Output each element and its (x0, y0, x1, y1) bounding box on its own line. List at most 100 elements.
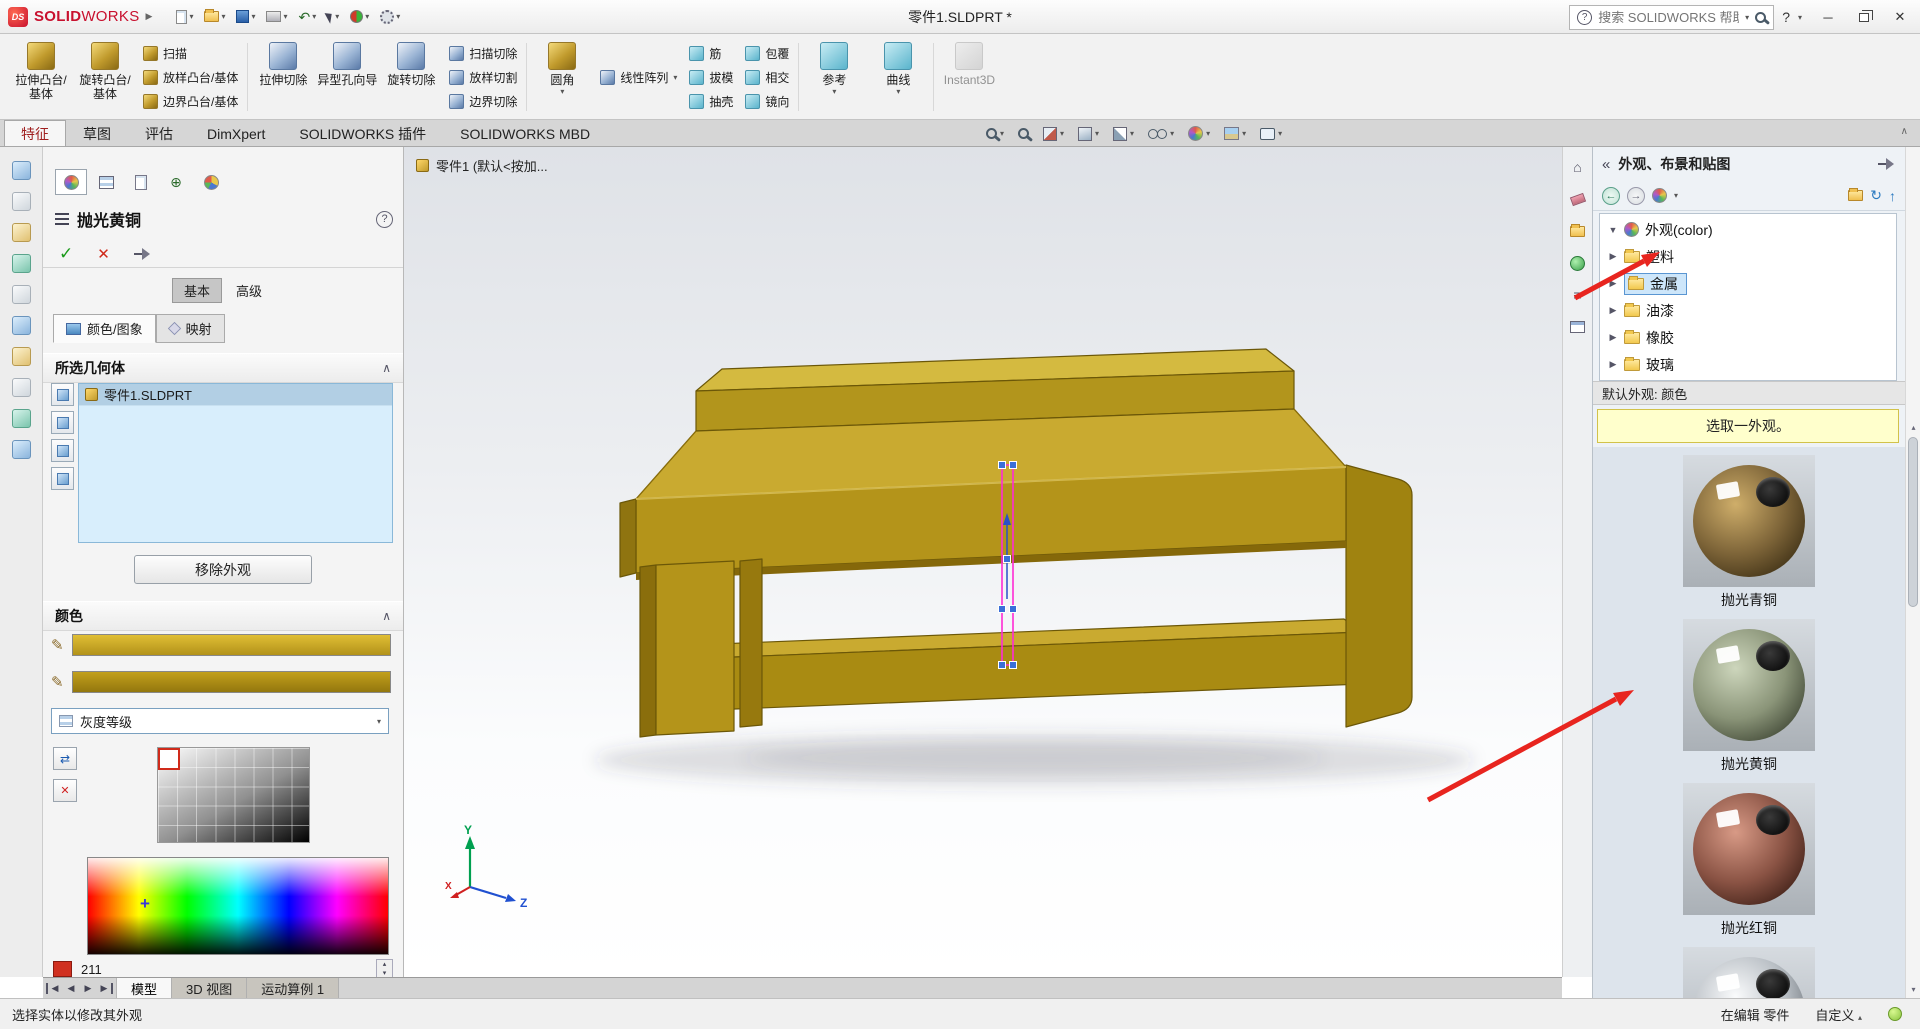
color-spectrum-picker[interactable]: + (87, 857, 389, 955)
caret-down-icon[interactable]: ▾ (1242, 129, 1246, 138)
tab-sketch[interactable]: 草图 (66, 120, 128, 146)
tab-features[interactable]: 特征 (4, 120, 66, 146)
rebuild-button[interactable]: ▾ (346, 7, 373, 26)
swept-boss-button[interactable]: 扫描 (138, 42, 243, 65)
expand-icon[interactable]: ▶ (1608, 332, 1618, 343)
select-feature-filter-button[interactable] (51, 467, 74, 490)
wrap-button[interactable]: 包覆 (740, 42, 794, 65)
spinner-up-icon[interactable]: ▴ (377, 960, 392, 969)
left-toolbar-icon[interactable] (12, 316, 31, 335)
caret-down-icon[interactable]: ▾ (251, 12, 255, 21)
help-search-box[interactable]: ? ▾ (1569, 5, 1774, 30)
left-toolbar-icon[interactable] (12, 254, 31, 273)
tree-item-label[interactable]: 金属 (1650, 274, 1678, 294)
minimize-button[interactable]: ─ (1810, 2, 1846, 32)
caret-down-icon[interactable]: ▾ (365, 12, 369, 21)
graphics-viewport[interactable]: 零件1 (默认<按加... Y Z X (404, 147, 1562, 977)
help-menu-button[interactable]: ? (1782, 9, 1790, 25)
feature-tree-root-label[interactable]: 零件1 (默认<按加... (436, 156, 548, 175)
linear-pattern-button[interactable]: 线性阵列▾ (595, 66, 682, 89)
caret-down-icon[interactable]: ▾ (1674, 191, 1678, 200)
model-tab[interactable]: 模型 (117, 978, 172, 998)
caret-down-icon[interactable]: ▾ (312, 12, 316, 21)
expand-icon[interactable]: ▶ (1608, 278, 1618, 289)
scroll-down-icon[interactable]: ▾ (1906, 985, 1920, 994)
previous-tab-button[interactable]: ◀ (63, 983, 79, 994)
tree-item-label[interactable]: 油漆 (1646, 301, 1674, 321)
tab-dimxpert[interactable]: DimXpert (190, 120, 282, 146)
grayscale-palette-grid[interactable] (157, 747, 310, 843)
globe-tab-icon[interactable] (1568, 253, 1588, 273)
tree-item-rubber[interactable]: ▶ 橡胶 (1600, 324, 1896, 351)
display-manager-tab[interactable]: ⊕ (160, 169, 192, 195)
boundary-boss-button[interactable]: 边界凸台/基体 (138, 90, 243, 113)
refresh-icon[interactable]: ↻ (1870, 187, 1882, 204)
home-tab-icon[interactable]: ⌂ (1568, 157, 1588, 177)
caret-down-icon[interactable]: ▾ (335, 12, 339, 21)
swept-cut-button[interactable]: 扫描切除 (444, 42, 522, 65)
selection-list-item[interactable]: 零件1.SLDPRT (79, 384, 392, 406)
appearance-thumbnail-chrome[interactable] (1683, 947, 1815, 998)
curves-button[interactable]: 曲线 ▾ (867, 37, 929, 117)
caret-down-icon[interactable]: ▾ (896, 87, 900, 97)
mapping-tab[interactable]: 映射 (156, 314, 225, 343)
tree-item-appearance-root[interactable]: ▼ 外观(color) (1600, 216, 1896, 243)
primary-color-swatch[interactable] (72, 634, 391, 656)
revolved-boss-button[interactable]: 旋转凸台/基体 (74, 37, 136, 117)
hide-show-items-button[interactable]: ▾ (1148, 129, 1174, 138)
forward-button[interactable]: → (1627, 187, 1645, 205)
intersect-button[interactable]: 相交 (740, 66, 794, 89)
caret-down-icon[interactable]: ▾ (1278, 129, 1282, 138)
caret-down-icon[interactable]: ▾ (221, 12, 225, 21)
search-icon[interactable] (1755, 12, 1766, 23)
draft-button[interactable]: 拔模 (684, 66, 738, 89)
tree-item-label[interactable]: 塑料 (1646, 247, 1674, 267)
reference-geometry-button[interactable]: 参考 ▾ (803, 37, 865, 117)
collapse-pane-icon[interactable]: « (1602, 156, 1610, 173)
search-input[interactable] (1598, 10, 1739, 25)
select-body-filter-button[interactable] (51, 383, 74, 406)
expand-icon[interactable]: ▶ (1608, 359, 1618, 370)
eraser-tab-icon[interactable] (1568, 189, 1588, 209)
undo-button[interactable]: ↶▾ (295, 8, 321, 26)
appearance-sphere-icon[interactable] (1652, 188, 1667, 203)
extruded-cut-button[interactable]: 拉伸切除 (252, 37, 314, 117)
left-back-leg[interactable] (740, 559, 762, 727)
caret-down-icon[interactable]: ▾ (396, 12, 400, 21)
caret-down-icon[interactable]: ▾ (1206, 129, 1210, 138)
fillet-button[interactable]: 圆角 ▾ (531, 37, 593, 117)
selected-geometry-header[interactable]: 所选几何体 ∧ (43, 353, 403, 383)
dimxpert-manager-tab[interactable] (125, 169, 157, 195)
left-leg-side-face[interactable] (640, 565, 656, 737)
tree-item-label[interactable]: 橡胶 (1646, 328, 1674, 348)
back-button[interactable]: ← (1602, 187, 1620, 205)
custom-toolbar-toggle[interactable]: 自定义 ▴ (1815, 1005, 1862, 1024)
current-color-swatch[interactable] (53, 961, 72, 977)
close-button[interactable]: ✕ (1882, 2, 1918, 32)
basic-mode-tab[interactable]: 基本 (172, 278, 222, 303)
spectrum-cursor-icon[interactable]: + (140, 894, 150, 914)
pencil-icon[interactable]: ✎ (51, 673, 64, 691)
help-caret-icon[interactable]: ▾ (1798, 13, 1802, 22)
caret-down-icon[interactable]: ▾ (283, 12, 287, 21)
save-button[interactable]: ▾ (232, 7, 259, 26)
right-end-panel[interactable] (1346, 465, 1412, 727)
left-toolbar-icon[interactable] (12, 285, 31, 304)
pin-icon[interactable] (1878, 157, 1896, 171)
caret-down-icon[interactable]: ▾ (1060, 129, 1064, 138)
brass-table-model[interactable] (620, 349, 1412, 737)
left-toolbar-icon[interactable] (12, 347, 31, 366)
model-canvas[interactable] (404, 147, 1562, 977)
tree-item-plastic[interactable]: ▶ 塑料 (1600, 243, 1896, 270)
lofted-cut-button[interactable]: 放样切割 (444, 66, 522, 89)
left-toolbar-icon[interactable] (12, 409, 31, 428)
shell-button[interactable]: 抽壳 (684, 90, 738, 113)
tab-evaluate[interactable]: 评估 (128, 120, 190, 146)
tab-mbd[interactable]: SOLIDWORKS MBD (443, 120, 607, 146)
chevron-down-icon[interactable]: ▾ (377, 717, 381, 726)
advanced-mode-tab[interactable]: 高级 (224, 278, 274, 303)
instant3d-button[interactable]: Instant3D (938, 37, 1000, 117)
open-folder-icon[interactable] (1848, 190, 1863, 201)
lofted-boss-button[interactable]: 放样凸台/基体 (138, 66, 243, 89)
expand-icon[interactable]: ▼ (1608, 225, 1618, 235)
